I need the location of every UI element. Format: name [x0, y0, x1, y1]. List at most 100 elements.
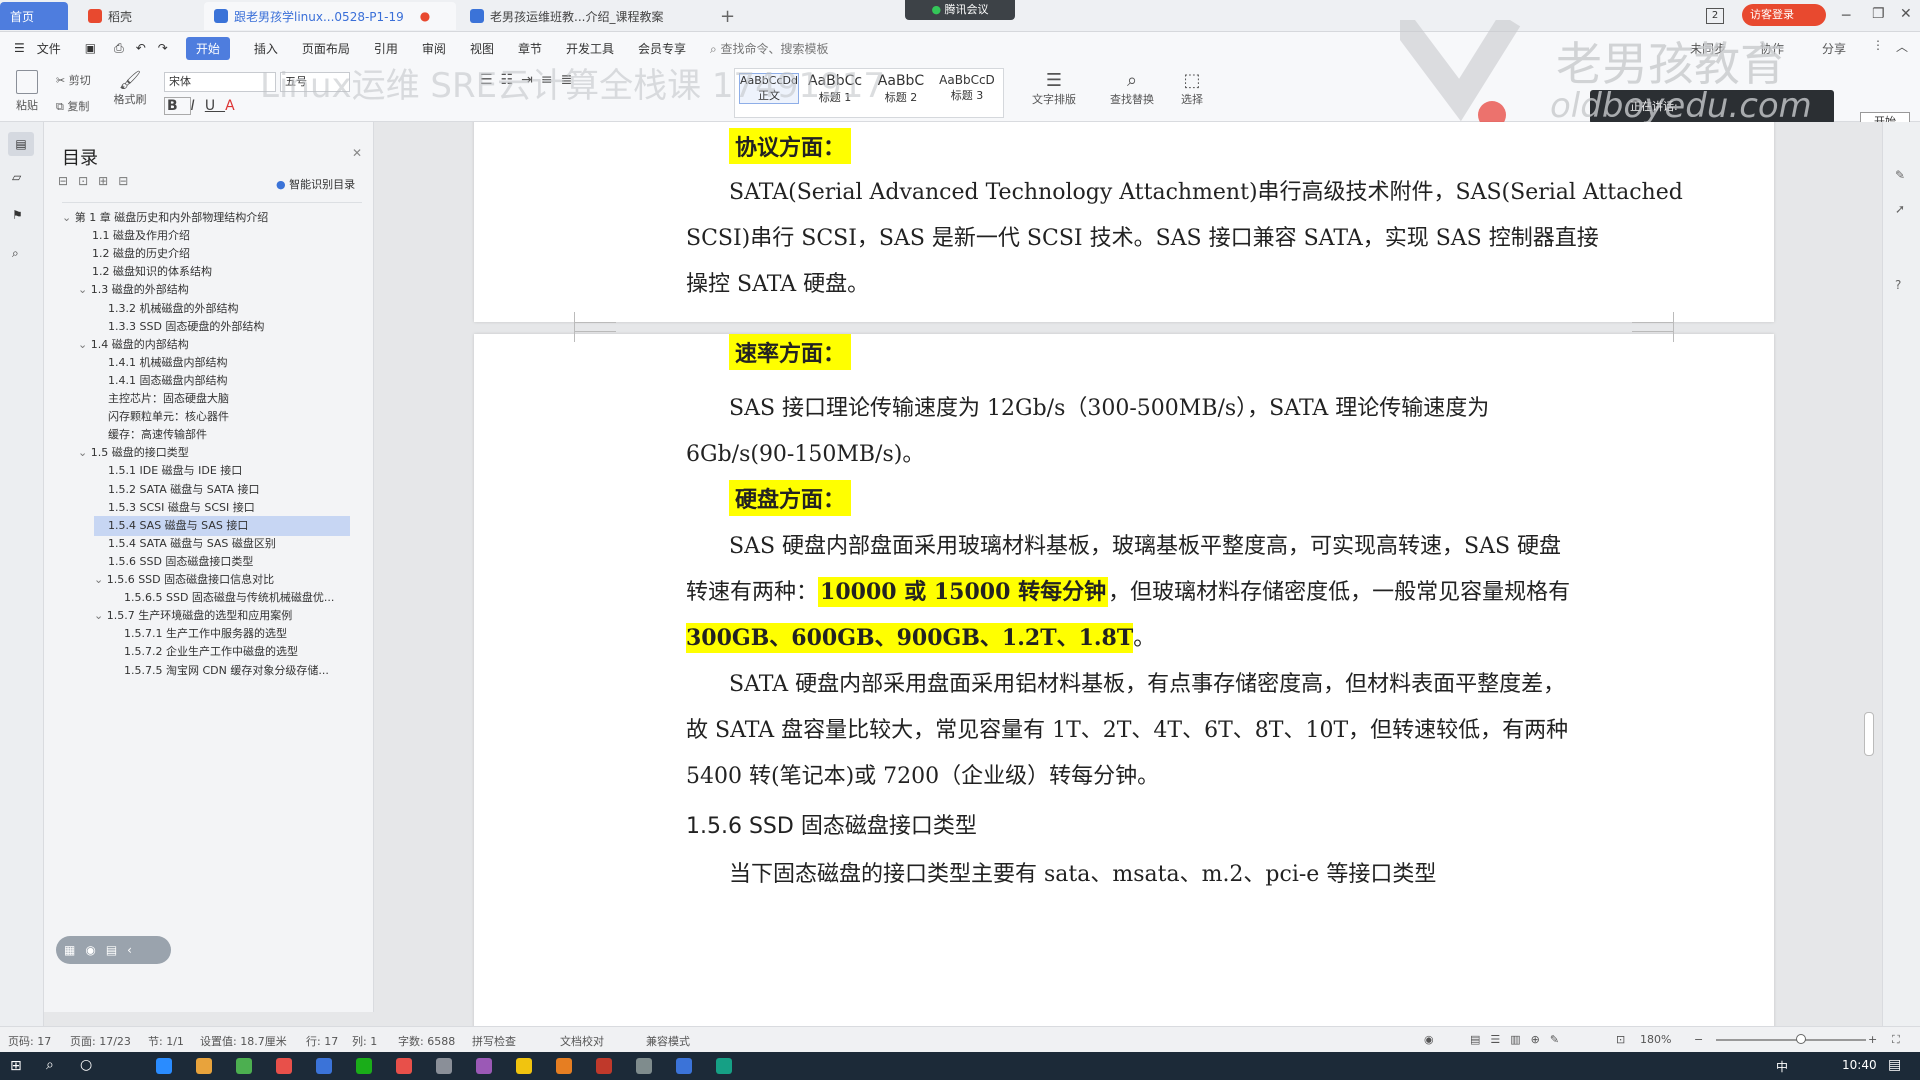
- toc-item[interactable]: 1.5.3 SCSI 磁盘与 SCSI 接口: [94, 498, 350, 518]
- windows-start-icon[interactable]: ⊞: [10, 1058, 22, 1074]
- app-icon[interactable]: [276, 1058, 292, 1074]
- login-button[interactable]: 访客登录: [1742, 4, 1826, 26]
- toc-item[interactable]: 1.5.1 IDE 磁盘与 IDE 接口: [94, 461, 350, 481]
- document-canvas[interactable]: 协议方面： SATA(Serial Advanced Technology At…: [374, 122, 1882, 1032]
- zoom-out-icon[interactable]: −: [1694, 1033, 1703, 1046]
- vertical-scrollbar-thumb[interactable]: [1864, 712, 1874, 756]
- chevron-down-icon[interactable]: ⌄: [62, 211, 75, 224]
- view-modes[interactable]: ▤☰▥⊕✎: [1470, 1033, 1569, 1046]
- toc-item[interactable]: ⌄ 1.5.6 SSD 固态磁盘接口信息对比: [94, 570, 350, 590]
- zoom-slider[interactable]: [1716, 1039, 1866, 1041]
- toc-item[interactable]: 1.5.7.2 企业生产工作中磁盘的选型: [110, 642, 350, 662]
- status-pages[interactable]: 页面: 17/23: [70, 1033, 131, 1049]
- undo-icon[interactable]: ↶: [136, 41, 146, 55]
- menu-insert[interactable]: 插入: [254, 40, 278, 57]
- eye-icon[interactable]: ◉: [1424, 1033, 1434, 1046]
- proofread-button[interactable]: 文档校对: [560, 1033, 604, 1049]
- menu-layout[interactable]: 页面布局: [302, 40, 350, 57]
- wechat-icon[interactable]: [356, 1058, 372, 1074]
- ime-indicator[interactable]: 中: [1776, 1058, 1788, 1075]
- toc-item[interactable]: 1.5.2 SATA 磁盘与 SATA 接口: [94, 480, 350, 500]
- app-icon[interactable]: [316, 1058, 332, 1074]
- toc-item[interactable]: 1.4.1 机械磁盘内部结构: [94, 353, 350, 373]
- wps-writer-icon[interactable]: [676, 1058, 692, 1074]
- chat-icon[interactable]: ◉: [85, 943, 105, 957]
- zoom-level[interactable]: 180%: [1640, 1033, 1671, 1046]
- menu-devtools[interactable]: 开发工具: [566, 40, 614, 57]
- toc-item[interactable]: 1.4.1 固态磁盘内部结构: [94, 371, 350, 391]
- chevron-down-icon[interactable]: ⌄: [78, 283, 91, 296]
- minimize-icon[interactable]: ─: [1842, 8, 1850, 24]
- menu-start[interactable]: 开始: [185, 36, 230, 60]
- folder-icon[interactable]: [516, 1058, 532, 1074]
- app-icon[interactable]: [556, 1058, 572, 1074]
- app-icon[interactable]: [716, 1058, 732, 1074]
- nav-panel-icon[interactable]: ▱: [12, 170, 21, 184]
- hamburger-icon[interactable]: ☰: [14, 41, 25, 55]
- menu-file[interactable]: 文件: [37, 40, 61, 57]
- app-icon[interactable]: [476, 1058, 492, 1074]
- spell-check-button[interactable]: 拼写检查: [472, 1033, 516, 1049]
- notification-icon[interactable]: ▤: [1888, 1057, 1901, 1073]
- grid-icon[interactable]: ▦: [64, 943, 85, 957]
- app-icon[interactable]: [396, 1058, 412, 1074]
- copy-button[interactable]: ⧉ 复制: [56, 98, 89, 114]
- add-tab-button[interactable]: +: [720, 6, 735, 27]
- app-icon[interactable]: [156, 1058, 172, 1074]
- more-icon[interactable]: ⋮: [1872, 38, 1884, 52]
- window-count-badge[interactable]: 2: [1706, 8, 1724, 24]
- chevron-left-icon[interactable]: ‹: [127, 943, 142, 957]
- app-icon[interactable]: [596, 1058, 612, 1074]
- chrome-icon[interactable]: [236, 1058, 252, 1074]
- pen-icon[interactable]: ✎: [1895, 168, 1905, 182]
- app-icon[interactable]: [636, 1058, 652, 1074]
- font-color-icon[interactable]: A: [225, 98, 245, 114]
- collapse-all-icon[interactable]: ⊡: [78, 174, 98, 188]
- expand-all-icon[interactable]: ⊟: [58, 174, 78, 188]
- app-icon[interactable]: [196, 1058, 212, 1074]
- font-style-buttons[interactable]: B IUA: [164, 97, 245, 115]
- print-icon[interactable]: ⎙: [114, 41, 124, 56]
- document-page[interactable]: 速率方面： SAS 接口理论传输速度为 12Gb/s（300-500MB/s），…: [474, 322, 1774, 1032]
- zoom-slider-handle[interactable]: [1796, 1034, 1806, 1044]
- close-icon[interactable]: ✕: [1900, 6, 1912, 22]
- toc-item[interactable]: 1.2 磁盘知识的体系结构: [78, 262, 350, 282]
- text-layout-button[interactable]: ☰ 文字排版: [1026, 70, 1082, 107]
- toc-item[interactable]: 1.5.4 SATA 磁盘与 SAS 磁盘区别: [94, 534, 350, 554]
- search-icon[interactable]: ⌕: [46, 1057, 54, 1073]
- menu-member[interactable]: 会员专享: [638, 40, 686, 57]
- cut-button[interactable]: ✂ 剪切: [56, 72, 91, 88]
- app-icon[interactable]: [436, 1058, 452, 1074]
- toc-item[interactable]: 1.5.6 SSD 固态磁盘接口类型: [94, 552, 350, 572]
- toc-item[interactable]: 1.2 磁盘的历史介绍: [78, 244, 350, 264]
- menu-reference[interactable]: 引用: [374, 40, 398, 57]
- status-words[interactable]: 字数: 6588: [398, 1033, 455, 1049]
- chevron-down-icon[interactable]: ⌄: [78, 338, 91, 351]
- toc-tools[interactable]: ⊟⊡⊞⊟: [58, 174, 138, 188]
- format-painter-button[interactable]: 🖌 格式刷: [110, 70, 150, 107]
- chevron-down-icon[interactable]: ⌄: [78, 446, 91, 459]
- chevron-down-icon[interactable]: ⌄: [94, 609, 107, 622]
- comment-icon[interactable]: ▤: [106, 943, 127, 957]
- italic-icon[interactable]: I: [191, 98, 205, 114]
- command-search[interactable]: ⌕ 查找命令、搜索模板: [710, 40, 829, 57]
- menu-chapter[interactable]: 章节: [518, 40, 542, 57]
- menu-review[interactable]: 审阅: [422, 40, 446, 57]
- toc-item[interactable]: ⌄ 1.5 磁盘的接口类型: [78, 443, 350, 463]
- toc-item[interactable]: 主控芯片：固态硬盘大脑: [94, 389, 350, 409]
- toc-item[interactable]: ⌄ 1.5.7 生产环境磁盘的选型和应用案例: [94, 606, 350, 626]
- search-icon[interactable]: ⌕: [12, 246, 19, 261]
- tab-doc-2[interactable]: 老男孩运维班教...介绍_课程教案: [460, 2, 710, 30]
- chevron-down-icon[interactable]: ⌄: [94, 573, 107, 586]
- tab-daoke[interactable]: 稻壳: [78, 2, 198, 30]
- document-page[interactable]: 协议方面： SATA(Serial Advanced Technology At…: [474, 122, 1774, 332]
- smart-toc-button[interactable]: ● 智能识别目录: [276, 176, 355, 192]
- find-replace-button[interactable]: ⌕ 查找替换: [1104, 70, 1160, 107]
- add-heading-icon[interactable]: ⊞: [98, 174, 118, 188]
- help-icon[interactable]: ?: [1895, 278, 1901, 292]
- bookmark-icon[interactable]: ⚑: [12, 208, 23, 222]
- toc-item[interactable]: 1.5.7.1 生产工作中服务器的选型: [110, 624, 350, 644]
- paste-button[interactable]: 粘贴: [10, 70, 44, 113]
- toc-panel-icon[interactable]: ▤: [8, 132, 34, 156]
- toc-item[interactable]: 1.5.6.5 SSD 固态磁盘与传统机械磁盘优...: [110, 588, 350, 608]
